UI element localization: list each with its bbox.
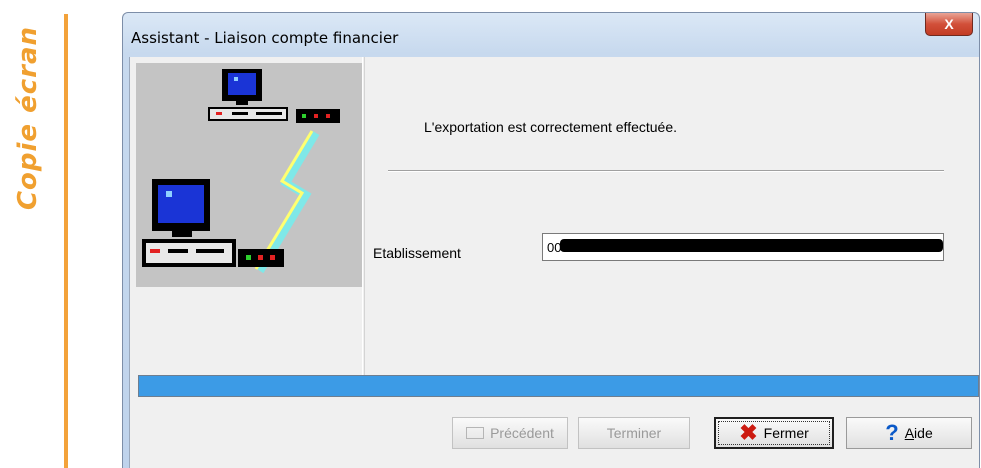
close-label: Fermer <box>763 425 809 441</box>
etablissement-label: Etablissement <box>373 245 461 261</box>
help-label: Aide <box>905 425 933 441</box>
divider <box>388 170 944 172</box>
title-bar[interactable]: Assistant - Liaison compte financier X <box>123 13 979 57</box>
dialog-window: Assistant - Liaison compte financier X L… <box>122 12 980 468</box>
status-message: L'exportation est correctement effectuée… <box>424 119 678 135</box>
side-label-text: Copie écran <box>13 25 44 211</box>
close-button[interactable]: ✖ Fermer <box>714 417 834 449</box>
computer-icon-bottom <box>142 179 284 267</box>
help-question-icon: ? <box>885 420 899 445</box>
finish-label: Terminer <box>606 425 662 441</box>
finish-button[interactable]: Terminer <box>578 417 690 449</box>
redaction-bar <box>560 239 943 252</box>
panel-separator <box>362 57 363 377</box>
previous-label: Précédent <box>490 425 554 441</box>
dialog-client-area: L'exportation est correctement effectuée… <box>129 57 979 468</box>
help-label-rest: ide <box>914 425 933 441</box>
panel-separator-shadow <box>364 57 365 377</box>
previous-button[interactable]: Précédent <box>452 417 568 449</box>
progress-bar <box>138 375 979 397</box>
window-title: Assistant - Liaison compte financier <box>131 29 399 47</box>
close-x-icon: ✖ <box>739 420 758 445</box>
computer-icon-top <box>208 69 340 123</box>
network-computers-illustration <box>136 63 362 287</box>
help-button[interactable]: ? Aide <box>846 417 972 449</box>
previous-icon <box>466 427 485 439</box>
close-window-button[interactable]: X <box>925 13 973 36</box>
side-accent-bar <box>64 14 68 468</box>
help-label-mnemonic: A <box>904 425 915 441</box>
side-label: Copie écran <box>6 18 50 218</box>
close-icon: X <box>944 16 954 32</box>
